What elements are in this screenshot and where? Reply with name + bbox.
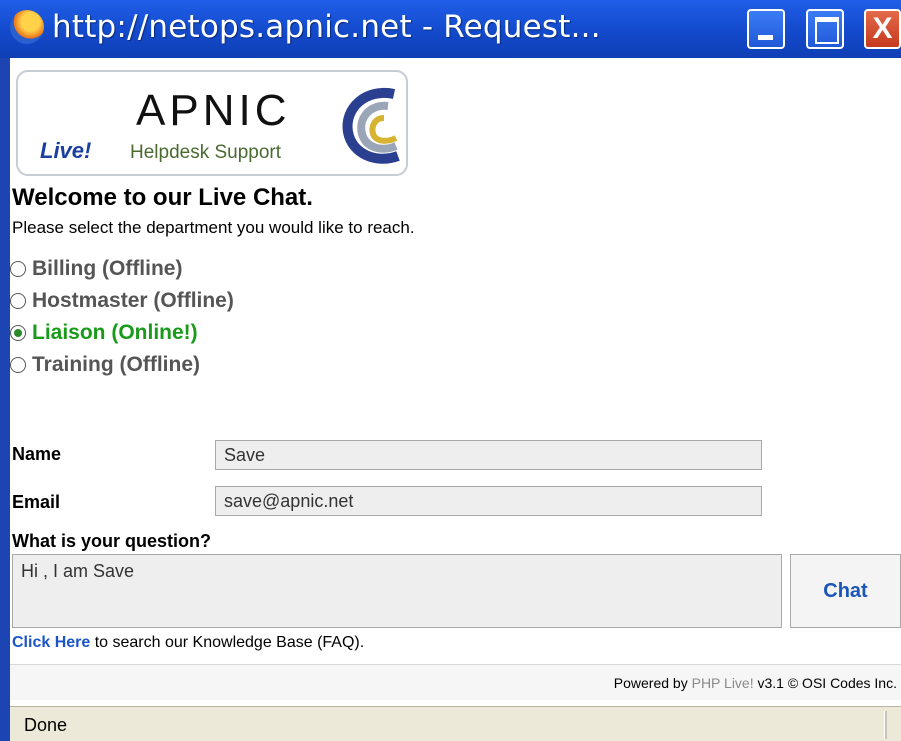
knowledge-base-line: Click Here to search our Knowledge Base … <box>12 634 364 652</box>
minimize-button[interactable] <box>747 9 785 49</box>
maximize-button[interactable] <box>806 9 844 49</box>
powered-suffix: v3.1 © OSI Codes Inc. <box>753 675 897 691</box>
logo-name: APNIC <box>136 86 291 135</box>
department-label: Hostmaster (Offline) <box>32 289 234 312</box>
email-field[interactable] <box>215 486 762 516</box>
click-here-link[interactable]: Click Here <box>12 634 90 651</box>
radio-hostmaster[interactable] <box>10 293 26 309</box>
status-divider <box>884 711 887 739</box>
logo-live: Live! <box>40 138 92 163</box>
welcome-heading: Welcome to our Live Chat. <box>12 184 313 211</box>
department-liaison[interactable]: Liaison (Online!) <box>10 318 198 348</box>
department-label: Training (Offline) <box>32 353 200 376</box>
department-label: Liaison (Online!) <box>32 321 198 344</box>
name-field[interactable] <box>215 440 762 470</box>
knowledge-base-text: to search our Knowledge Base (FAQ). <box>90 634 365 651</box>
email-label: Email <box>12 492 61 512</box>
question-label: What is your question? <box>12 531 212 551</box>
question-input[interactable]: Hi , I am Save <box>12 554 782 628</box>
department-hostmaster[interactable]: Hostmaster (Offline) <box>10 286 234 316</box>
status-bar: Done <box>10 706 901 741</box>
chat-request-page: APNIC Live! Helpdesk Support Welcome to … <box>10 58 901 741</box>
window-title: http://netops.apnic.net - Request... <box>52 9 601 45</box>
department-instructions: Please select the department you would l… <box>12 218 415 237</box>
close-button[interactable]: X <box>864 9 901 49</box>
radio-billing[interactable] <box>10 261 26 277</box>
apnic-logo: APNIC Live! Helpdesk Support <box>16 70 408 176</box>
name-label: Name <box>12 444 62 464</box>
radio-training[interactable] <box>10 357 26 373</box>
window-titlebar[interactable]: http://netops.apnic.net - Request... X <box>0 0 901 58</box>
firefox-icon <box>10 10 44 44</box>
department-training[interactable]: Training (Offline) <box>10 350 200 380</box>
department-label: Billing (Offline) <box>32 257 183 280</box>
chat-button[interactable]: Chat <box>790 554 901 628</box>
logo-tagline: Helpdesk Support <box>130 142 282 163</box>
powered-prefix: Powered by <box>613 675 692 691</box>
php-live-link[interactable]: PHP Live! <box>692 675 754 691</box>
apnic-swirl-icon <box>342 87 400 164</box>
powered-by-bar: Powered by PHP Live! v3.1 © OSI Codes In… <box>10 664 901 700</box>
radio-liaison[interactable] <box>10 325 26 341</box>
department-billing[interactable]: Billing (Offline) <box>10 254 182 284</box>
status-text: Done <box>24 715 68 735</box>
